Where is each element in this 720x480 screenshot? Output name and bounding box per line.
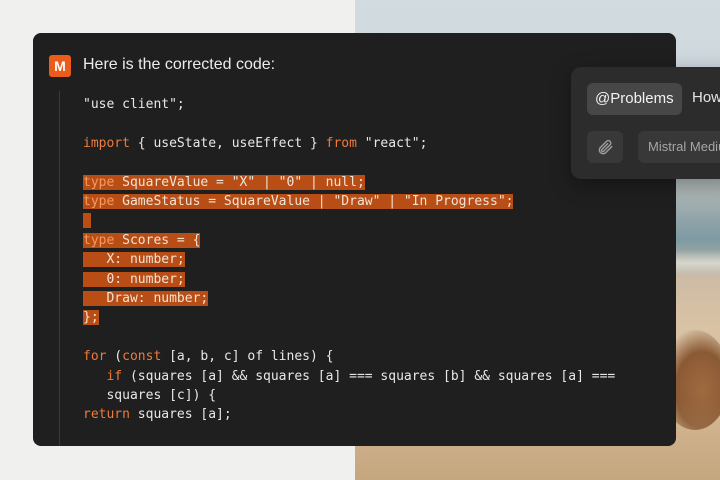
code-keyword: import — [83, 135, 130, 151]
code-keyword: return — [83, 407, 130, 423]
code-token: GameStatus = SquareValue | "Draw" | "In … — [114, 194, 514, 209]
code-line-text: 0: number; — [83, 271, 185, 287]
code-line-text: import { useState, useEffect } from "rea… — [83, 136, 427, 151]
code-keyword: if — [106, 368, 123, 384]
highlighted-code-line: type GameStatus = SquareValue | "Draw" |… — [83, 192, 514, 211]
prompt-card: @Problems How Mistral Medium — [571, 67, 720, 179]
highlighted-code-line: }; — [83, 308, 99, 327]
code-token: { useState, useEffect } — [129, 135, 326, 151]
highlighted-code-line — [83, 211, 91, 230]
code-token: }; — [83, 310, 99, 326]
code-token: (squares [a] && squares [a] === squares … — [122, 368, 616, 384]
code-keyword: type — [83, 174, 115, 190]
code-line-text: Draw: number; — [83, 291, 209, 306]
code-token: [a, b, c] of lines) { — [161, 349, 334, 365]
highlighted-code-line: Draw: number; — [83, 289, 209, 308]
code-line-text: "use client"; — [83, 97, 185, 112]
code-keyword: type — [83, 232, 115, 248]
code-line-text: type GameStatus = SquareValue | "Draw" |… — [83, 194, 514, 209]
assistant-message-text: Here is the corrected code: — [83, 56, 276, 73]
code-token: ( — [106, 349, 123, 365]
code-token: "use client"; — [83, 97, 185, 112]
code-gutter — [59, 91, 60, 446]
code-token: squares [a]; — [129, 407, 232, 423]
paperclip-icon — [598, 139, 613, 155]
code-keyword: from — [325, 135, 357, 151]
code-line-text: return squares [a]; — [83, 407, 232, 422]
code-line: if (squares [a] && squares [a] === squar… — [83, 367, 615, 386]
code-line-text: for (const [a, b, c] of lines) { — [83, 349, 333, 364]
highlighted-code-line: 0: number; — [83, 270, 185, 289]
highlighted-code-line: type Scores = { — [83, 231, 201, 250]
attach-button[interactable] — [587, 131, 623, 163]
code-keyword: for — [83, 349, 107, 365]
highlighted-code-line: X: number; — [83, 250, 185, 269]
code-line: return squares [a]; — [83, 405, 232, 424]
model-selector[interactable]: Mistral Medium — [638, 131, 720, 163]
code-token: Scores = { — [114, 232, 201, 248]
code-line-text — [83, 213, 91, 229]
code-token: X: number; — [83, 252, 185, 268]
code-line-text: }; — [83, 310, 99, 326]
code-keyword: type — [83, 194, 115, 209]
code-token: Draw: number; — [83, 291, 209, 306]
mention-tag-problems[interactable]: @Problems — [587, 83, 682, 115]
code-line-text: type Scores = { — [83, 232, 201, 248]
code-token: "react"; — [356, 135, 428, 151]
code-line: squares [c]) { — [83, 386, 216, 405]
code-line-text: type SquareValue = "X" | "0" | null; — [83, 174, 365, 190]
code-line: for (const [a, b, c] of lines) { — [83, 347, 333, 366]
code-token: 0: number; — [83, 271, 185, 287]
mistral-logo-icon: M — [49, 55, 71, 77]
prompt-input-text[interactable]: How — [692, 89, 720, 106]
highlighted-code-line: type SquareValue = "X" | "0" | null; — [83, 173, 365, 192]
code-token: SquareValue = "X" | "0" | null; — [114, 174, 365, 190]
code-line: import { useState, useEffect } from "rea… — [83, 134, 427, 153]
code-keyword: const — [122, 349, 162, 365]
code-line-text: if (squares [a] && squares [a] === squar… — [83, 369, 615, 384]
code-line-text: X: number; — [83, 252, 185, 268]
code-line-text: squares [c]) { — [83, 388, 216, 403]
code-token: squares [c]) { — [83, 388, 217, 403]
code-line: "use client"; — [83, 95, 185, 114]
